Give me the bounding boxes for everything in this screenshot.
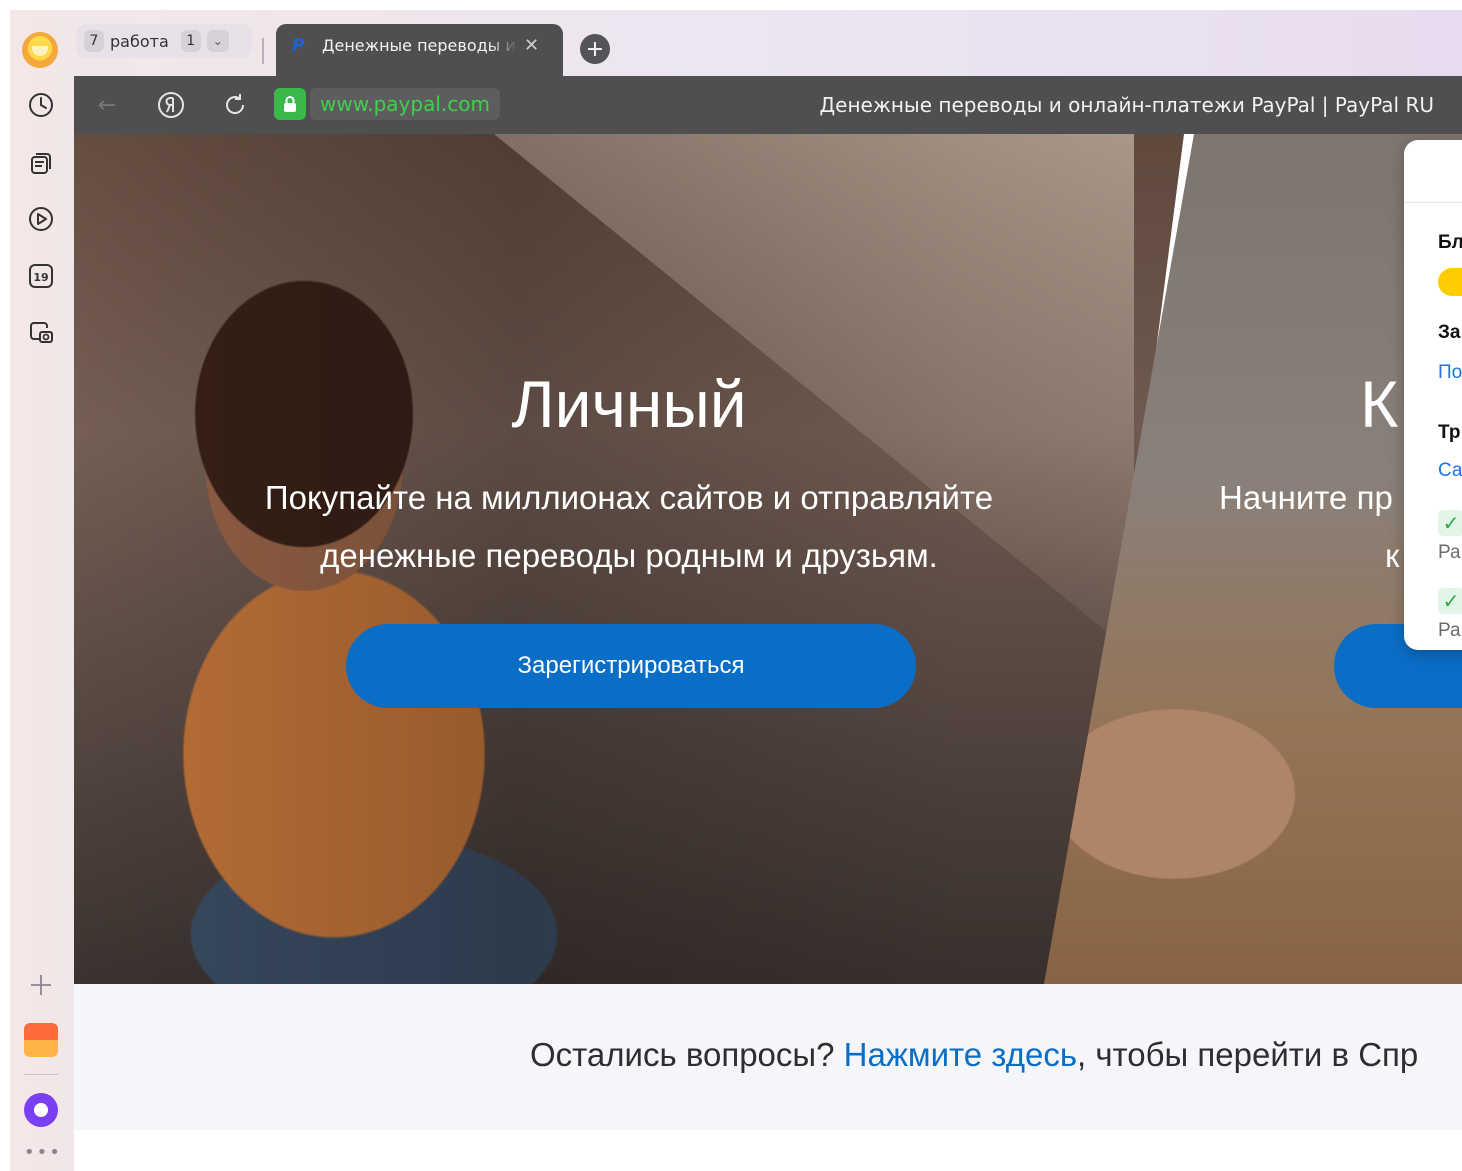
browser-sidebar: 19 •••: [10, 10, 74, 1171]
url-field[interactable]: www.paypal.com: [310, 88, 500, 120]
browser-window: 19 ••• 7 работа 1 ⌄ P Денежные переводы …: [10, 10, 1462, 1171]
personal-description: Покупайте на миллионах сайтов и отправля…: [209, 469, 1049, 585]
page-title: Денежные переводы и онлайн-платежи PayPa…: [819, 93, 1434, 117]
popup-toggle[interactable]: [1438, 268, 1462, 296]
personal-description-line2: денежные переводы родным и друзьям.: [320, 537, 938, 574]
sidebar-divider: [24, 1074, 58, 1075]
plus-icon: +: [585, 36, 605, 62]
hero-section: Личный Покупайте на миллионах сайтов и о…: [74, 134, 1462, 984]
video-play-icon[interactable]: [24, 202, 58, 236]
popup-divider: [1404, 202, 1462, 203]
help-section: Остались вопросы? Нажмите здесь, чтобы п…: [74, 984, 1462, 1130]
mail-icon[interactable]: [24, 1023, 58, 1057]
site-settings-popup: Бл За По Тр Са ✓ Ра ✓ Ра: [1404, 140, 1462, 650]
popup-link-1[interactable]: По: [1438, 362, 1462, 384]
calendar-icon[interactable]: 19: [24, 259, 58, 293]
tab-group-count: 7: [84, 30, 104, 52]
business-description-line2: к: [1385, 537, 1400, 574]
new-tab-button[interactable]: +: [580, 34, 610, 64]
popup-permission-2: Ра: [1438, 620, 1461, 641]
personal-description-line1: Покупайте на миллионах сайтов и отправля…: [264, 479, 994, 516]
help-text: Остались вопросы? Нажмите здесь, чтобы п…: [530, 1036, 1418, 1074]
calendar-day: 19: [33, 271, 48, 284]
lock-icon[interactable]: [274, 88, 306, 120]
reload-icon[interactable]: [220, 90, 250, 120]
more-icon[interactable]: •••: [24, 1142, 60, 1163]
check-icon: ✓: [1438, 588, 1462, 614]
tab-divider: [262, 38, 264, 64]
help-link[interactable]: Нажмите здесь: [844, 1036, 1077, 1073]
popup-permission-1: Ра: [1438, 542, 1461, 563]
business-description: Начните пр: [1219, 479, 1393, 516]
chevron-down-icon[interactable]: ⌄: [206, 30, 229, 52]
popup-heading-1: Бл: [1438, 232, 1462, 253]
address-bar: ← www.paypal.com Денежные переводы и онл…: [74, 76, 1462, 134]
screenshot-icon[interactable]: [24, 316, 58, 350]
back-arrow-icon[interactable]: ←: [92, 90, 122, 120]
popup-heading-2: За: [1438, 322, 1461, 343]
tab-group-label: работа: [110, 31, 169, 51]
profile-avatar[interactable]: [22, 32, 58, 68]
help-text-after: , чтобы перейти в Спр: [1077, 1036, 1419, 1073]
personal-title: Личный: [511, 367, 747, 441]
close-icon[interactable]: ✕: [524, 34, 539, 58]
tab-title: Денежные переводы и: [322, 36, 516, 55]
page-content: Личный Покупайте на миллионах сайтов и о…: [74, 134, 1462, 1171]
popup-heading-3: Тр: [1438, 422, 1461, 443]
add-panel-icon[interactable]: [24, 968, 58, 1002]
register-button[interactable]: Зарегистрироваться: [346, 624, 916, 708]
business-title: К: [1360, 367, 1399, 441]
collections-icon[interactable]: [24, 146, 58, 180]
tab-group-extra-count: 1: [180, 30, 201, 52]
paypal-favicon-icon: P: [292, 36, 305, 56]
popup-link-2[interactable]: Са: [1438, 460, 1462, 482]
help-text-before: Остались вопросы?: [530, 1036, 844, 1073]
check-icon: ✓: [1438, 510, 1462, 536]
history-icon[interactable]: [24, 88, 58, 122]
yandex-home-icon[interactable]: [156, 90, 186, 120]
tab-paypal[interactable]: P Денежные переводы и ✕: [276, 24, 563, 76]
alice-assistant-icon[interactable]: [24, 1093, 58, 1127]
tab-group[interactable]: 7 работа 1 ⌄: [76, 24, 252, 58]
